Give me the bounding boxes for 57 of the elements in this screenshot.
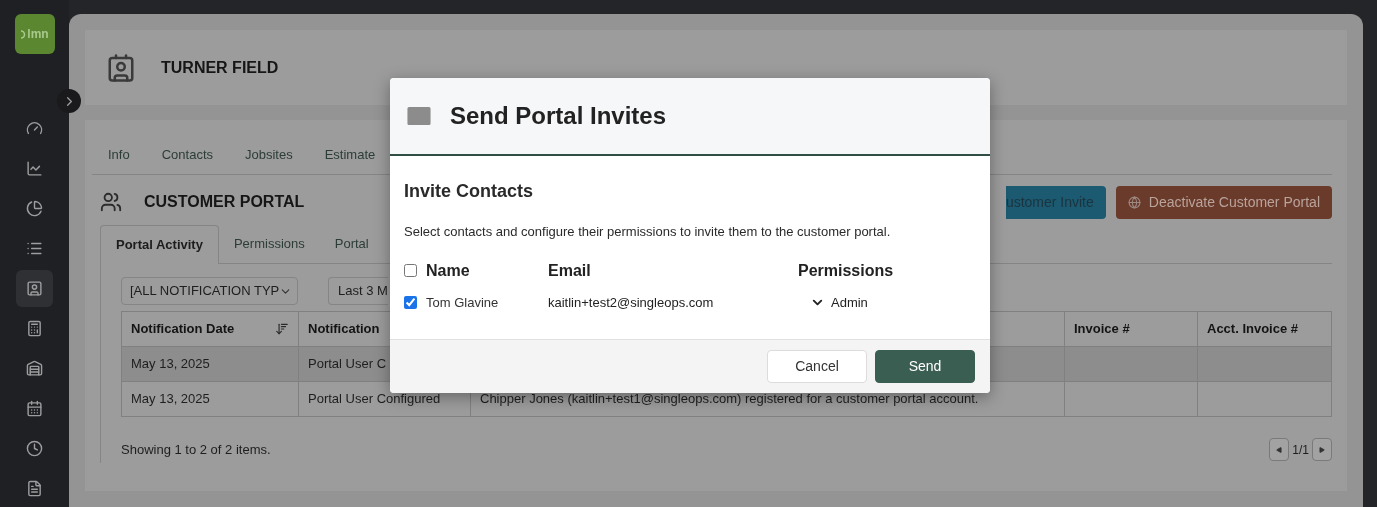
contact-checkbox[interactable] [404,296,417,309]
table-cell-text: Portal User Configured [308,390,441,409]
logo: lmn [14,14,55,54]
section-heading: Invite Contacts [404,180,535,203]
contact-card-icon [26,280,43,297]
tab[interactable]: Estimate [308,135,392,174]
tab[interactable]: Portal Activity [100,225,219,264]
tab[interactable]: Permissions [218,225,320,263]
contact-name: Tom Glavine [426,293,499,312]
clock-icon [26,440,43,457]
tab[interactable]: Jobsites [229,135,309,174]
page-indicator: 1/1 [1292,441,1309,459]
tab[interactable]: Info [92,135,146,174]
expand-button[interactable] [57,89,81,113]
column-header[interactable]: Invoice # [1074,319,1130,339]
calendar-icon [26,400,43,417]
line-chart-icon [26,160,43,177]
logo-arc-icon [20,29,27,39]
dialog-button[interactable]: Cancel [767,350,867,383]
sort-icon[interactable] [275,322,289,336]
calculator-icon [26,320,43,337]
column-header: Email [548,260,592,281]
description: Select contacts and configure their permissions to invite them to the customer portal. [404,223,892,241]
column-header[interactable]: Notification [308,319,380,339]
table-cell-text: Chipper Jones (kaitlin+test1@singleops.com) registered for a customer portal account. [480,390,979,409]
list-icon [26,240,43,257]
table-cell-text: May 13, 2025 [131,355,210,374]
triangle-right-icon [1319,446,1325,453]
dialog-button[interactable]: Send [875,350,975,383]
permission-dropdown[interactable]: Admin [810,292,868,313]
table-cell-text: Portal User C [308,355,387,374]
contact-book-icon [106,52,136,83]
globe-icon [1127,195,1141,209]
column-header: Name [426,260,470,281]
previous-page-button[interactable] [1269,438,1290,461]
column-header[interactable]: Notification Date [131,319,235,339]
column-header: Permissions [798,260,894,281]
items-summary: Showing 1 to 2 of 2 items. [121,440,271,459]
next-page-button[interactable] [1312,438,1332,461]
pie-chart-icon [26,200,43,217]
section-title: CUSTOMER PORTAL [144,192,305,212]
warehouse-icon [26,360,43,377]
notification-type-dropdown[interactable]: [ALL NOTIFICATION TYP [121,277,298,305]
sidebar-item[interactable] [16,270,53,307]
portal-button[interactable]: Deactivate Customer Portal [1115,185,1332,219]
table-cell-text: May 13, 2025 [131,390,210,409]
page-title: TURNER FIELD [161,57,279,78]
document-icon [26,480,43,497]
contact-email: kaitlin+test2@singleops.com [548,293,715,312]
column-header[interactable]: Acct. Invoice # [1207,319,1299,339]
tab[interactable]: Contacts [145,135,229,174]
gauge-icon [26,120,43,137]
date-range-field[interactable]: Last 3 M [328,277,388,305]
dialog-title: Send Portal Invites [450,101,667,131]
tab[interactable]: Portal [319,225,384,263]
select-all-checkbox[interactable] [404,264,417,277]
triangle-left-icon [1276,446,1283,453]
